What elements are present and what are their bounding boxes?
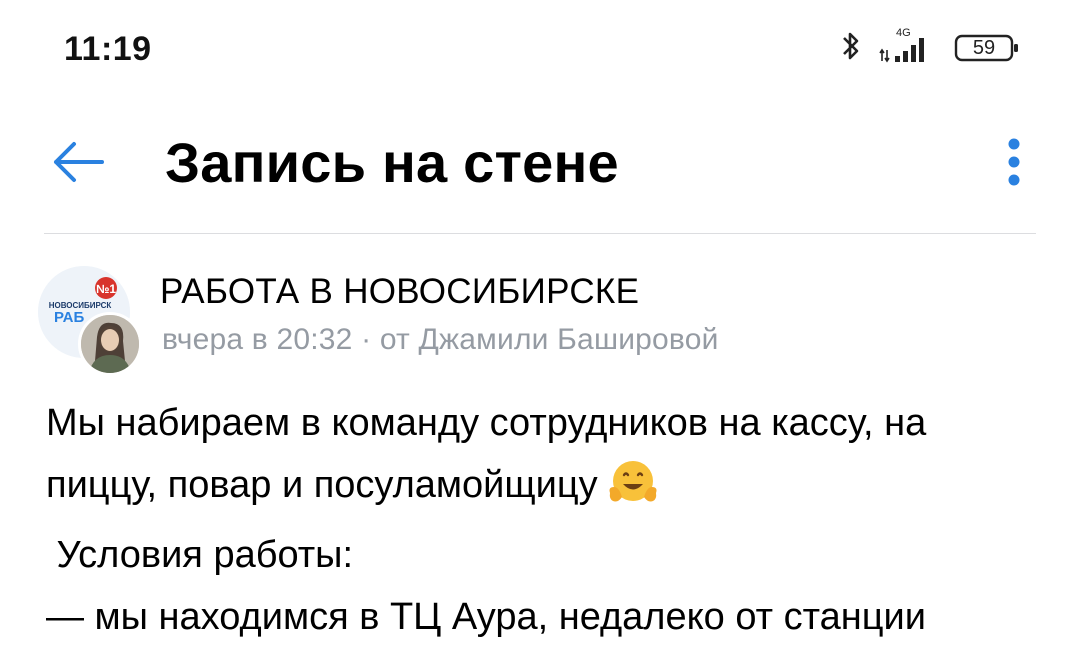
- avatar-badge-text: №1: [96, 282, 116, 296]
- post-meta: вчера в 20:32 · от Джамили Башировой: [162, 323, 719, 356]
- arrow-left-icon: [50, 140, 106, 189]
- post-text-line-with-emoji: пиццу, повар и посуламойщицу: [46, 454, 1036, 524]
- post-text-line: — мы находимся в ТЦ Аура, недалеко от ст…: [46, 596, 926, 638]
- status-time: 11:19: [64, 30, 152, 68]
- bluetooth-icon: [840, 29, 862, 68]
- author-avatar[interactable]: [78, 312, 142, 376]
- post-text-line: Мы набираем в команду сотрудников на кас…: [46, 402, 927, 444]
- page-title: Запись на стене: [165, 131, 619, 194]
- back-button[interactable]: [46, 132, 110, 196]
- hugging-face-emoji: [606, 459, 660, 524]
- status-bar: 11:19 4G 59: [0, 0, 1080, 100]
- post-header: №1 НОВОСИБИРСК РАБ РАБОТА В НОВОСИБИРСКЕ…: [0, 260, 1080, 376]
- post-body: Мы набираем в команду сотрудников на кас…: [46, 392, 1036, 648]
- battery-level: 59: [972, 37, 996, 59]
- battery-icon: 59: [954, 31, 1020, 65]
- status-icons: 4G 59: [840, 27, 1020, 68]
- more-options-button[interactable]: [996, 132, 1032, 196]
- app-bar: Запись на стене: [0, 110, 1080, 220]
- more-vertical-icon: [1006, 136, 1022, 193]
- post-text-line: Условия работы:: [46, 534, 354, 576]
- group-name[interactable]: РАБОТА В НОВОСИБИРСКЕ: [160, 272, 639, 312]
- post-text-line: пиццу, повар и посуламойщицу: [46, 464, 598, 506]
- signal-icon: 4G: [878, 27, 938, 65]
- svg-text:РАБ: РАБ: [54, 309, 85, 326]
- header-divider: [44, 233, 1036, 234]
